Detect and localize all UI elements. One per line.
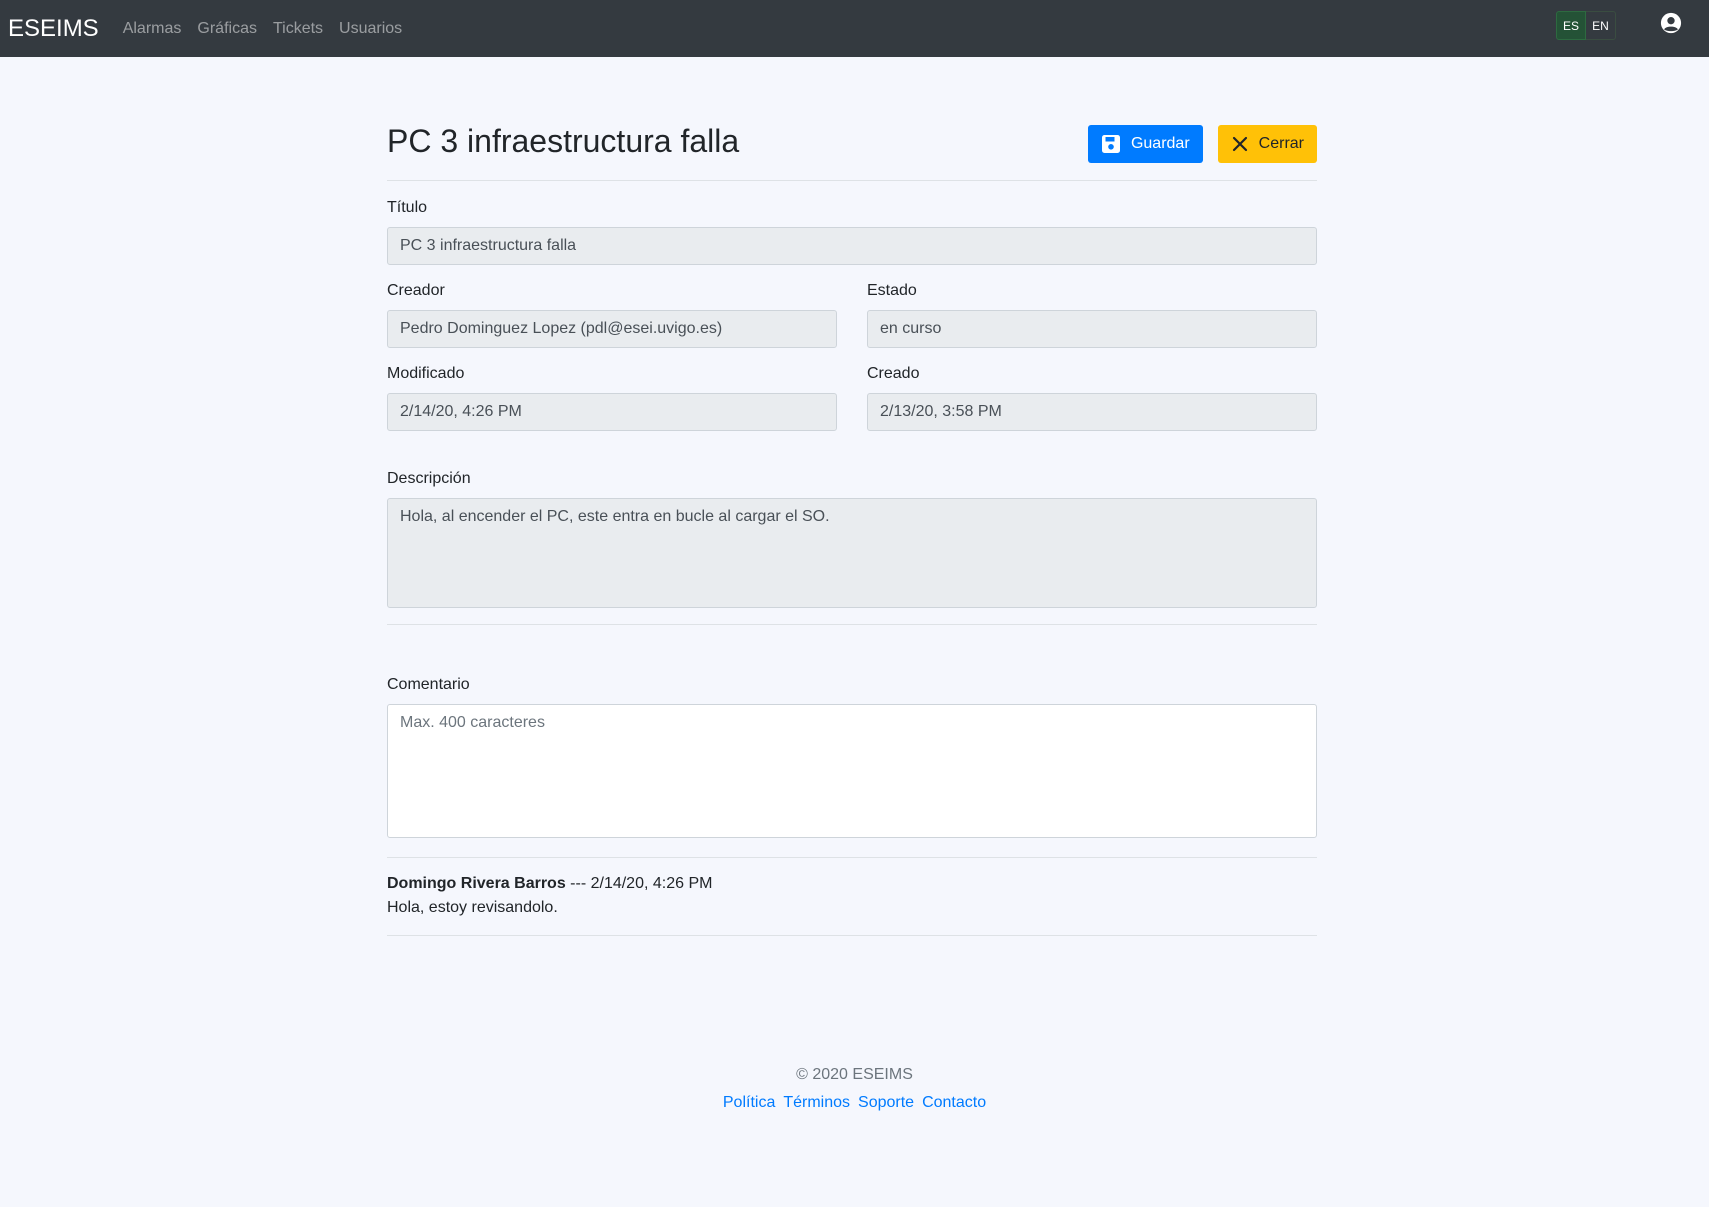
comment-entry: Domingo Rivera Barros --- 2/14/20, 4:26 … <box>387 858 1317 936</box>
descripcion-group: Descripción Hola, al encender el PC, est… <box>387 470 1317 608</box>
modificado-group: Modificado 2/14/20, 4:26 PM <box>387 365 837 431</box>
comentario-group: Comentario <box>387 676 1317 843</box>
creador-label: Creador <box>387 282 445 299</box>
footer-link-contacto[interactable]: Contacto <box>922 1094 986 1112</box>
language-switcher: ES EN <box>1556 11 1616 40</box>
action-buttons: Guardar Cerrar <box>1087 125 1317 163</box>
modificado-field[interactable]: 2/14/20, 4:26 PM <box>387 393 837 431</box>
estado-group: Estado en curso <box>867 282 1317 348</box>
comment-text: Hola, estoy revisandolo. <box>387 899 558 916</box>
creator-status-row: Creador Pedro Dominguez Lopez (pdl@esei.… <box>387 282 1317 348</box>
comment-author: Domingo Rivera Barros <box>387 875 566 892</box>
titulo-group: Título PC 3 infraestructura falla <box>387 199 1317 265</box>
footer-link-politica[interactable]: Política <box>723 1094 775 1112</box>
close-button[interactable]: Cerrar <box>1217 125 1317 163</box>
top-navbar: ESEIMS Alarmas Gráficas Tickets Usuarios… <box>0 0 1709 57</box>
creado-field[interactable]: 2/13/20, 3:58 PM <box>867 393 1317 431</box>
comentario-label: Comentario <box>387 676 470 693</box>
footer-links: Política Términos Soporte Contacto <box>0 1094 1709 1112</box>
lang-es-button[interactable]: ES <box>1556 11 1586 40</box>
save-button[interactable]: Guardar <box>1087 125 1203 163</box>
brand-logo[interactable]: ESEIMS <box>8 16 99 41</box>
descripcion-field[interactable]: Hola, al encender el PC, este entra en b… <box>387 498 1317 608</box>
nav-link-alarmas[interactable]: Alarmas <box>123 20 182 38</box>
footer-link-soporte[interactable]: Soporte <box>858 1094 914 1112</box>
creador-group: Creador Pedro Dominguez Lopez (pdl@esei.… <box>387 282 837 348</box>
creador-field[interactable]: Pedro Dominguez Lopez (pdl@esei.uvigo.es… <box>387 310 837 348</box>
page-title: PC 3 infraestructura falla <box>387 123 740 159</box>
nav-link-graficas[interactable]: Gráficas <box>197 20 257 38</box>
nav-links: Alarmas Gráficas Tickets Usuarios <box>123 20 402 38</box>
save-icon <box>1101 135 1120 153</box>
user-account-icon[interactable] <box>1660 12 1682 34</box>
divider <box>387 624 1317 625</box>
close-icon <box>1232 136 1247 152</box>
page-footer: © 2020 ESEIMS Política Términos Soporte … <box>0 1066 1709 1112</box>
nav-link-usuarios[interactable]: Usuarios <box>339 20 402 38</box>
descripcion-label: Descripción <box>387 470 471 487</box>
creado-label: Creado <box>867 365 920 382</box>
ticket-header: PC 3 infraestructura falla Guardar Cerra… <box>387 120 1317 181</box>
estado-field[interactable]: en curso <box>867 310 1317 348</box>
save-button-label: Guardar <box>1130 135 1190 152</box>
dates-row: Modificado 2/14/20, 4:26 PM Creado 2/13/… <box>387 365 1317 431</box>
footer-link-terminos[interactable]: Términos <box>783 1094 850 1112</box>
comment-input[interactable] <box>387 704 1317 838</box>
comment-timestamp: --- 2/14/20, 4:26 PM <box>565 875 713 892</box>
ticket-detail-container: PC 3 infraestructura falla Guardar Cerra… <box>387 57 1317 936</box>
modificado-label: Modificado <box>387 365 465 382</box>
nav-link-tickets[interactable]: Tickets <box>273 20 323 38</box>
titulo-label: Título <box>387 199 428 216</box>
lang-en-button[interactable]: EN <box>1586 11 1616 40</box>
estado-label: Estado <box>867 282 917 299</box>
creado-group: Creado 2/13/20, 3:58 PM <box>867 365 1317 431</box>
comment-header: Domingo Rivera Barros --- 2/14/20, 4:26 … <box>387 875 1317 893</box>
footer-copyright: © 2020 ESEIMS <box>796 1066 913 1083</box>
close-button-label: Cerrar <box>1258 135 1304 152</box>
titulo-field[interactable]: PC 3 infraestructura falla <box>387 227 1317 265</box>
